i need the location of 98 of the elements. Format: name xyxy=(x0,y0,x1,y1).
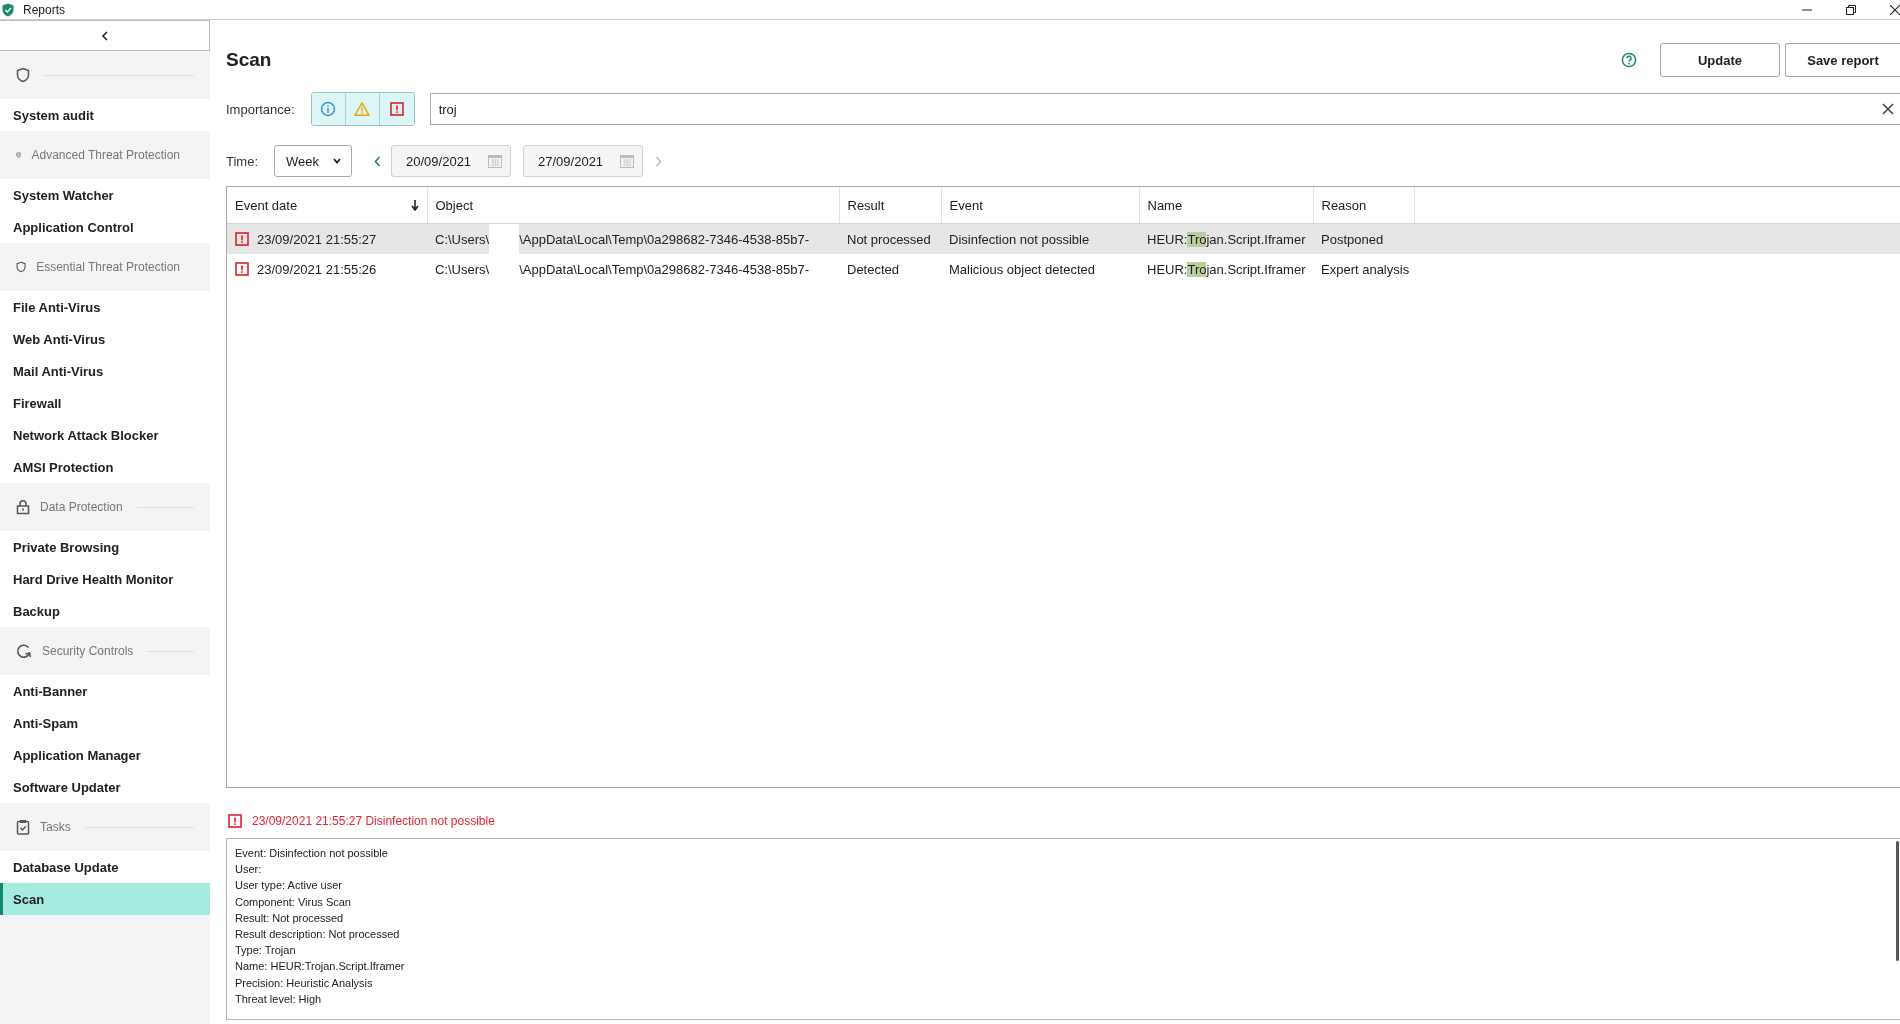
table-cell: HEUR:Trojan.Script.Iframer xyxy=(1139,223,1313,254)
table-cell: Disinfection not possible xyxy=(941,223,1139,254)
section-label: Security Controls xyxy=(42,644,134,658)
help-icon[interactable] xyxy=(1621,52,1637,68)
calendar-icon xyxy=(620,154,635,168)
sidebar-item[interactable]: System Watcher xyxy=(0,179,210,211)
critical-icon xyxy=(389,102,404,116)
importance-toggle[interactable] xyxy=(379,93,414,125)
time-label: Time: xyxy=(226,153,259,169)
section-label: Tasks xyxy=(40,820,71,834)
importance-toggle[interactable] xyxy=(345,93,380,125)
action-button[interactable]: Update xyxy=(1660,43,1780,77)
sidebar-item[interactable]: Application Control xyxy=(0,211,210,243)
next-button[interactable] xyxy=(655,155,663,167)
sidebar-item[interactable]: Web Anti-Virus xyxy=(0,323,210,355)
sidebar-item[interactable]: Network Attack Blocker xyxy=(0,419,210,451)
warning-icon xyxy=(354,101,371,117)
section-label: Data Protection xyxy=(40,500,123,514)
column-header[interactable]: Event date xyxy=(227,187,427,224)
importance-toggle[interactable] xyxy=(311,93,346,125)
close-icon xyxy=(1882,103,1894,115)
table-cell: Not processed xyxy=(839,223,941,254)
detail-line: Result: Not processed xyxy=(235,910,345,926)
detail-line: Precision: Heuristic Analysis xyxy=(235,975,374,991)
calendar-icon xyxy=(488,154,503,168)
restore-icon[interactable] xyxy=(1846,4,1856,15)
detail-line: Result description: Not processed xyxy=(235,927,401,942)
table-cell: C:\Users\ xyxy=(435,231,490,247)
detail-heading: 23/09/2021 21:55:27 Disinfection not possible xyxy=(252,814,495,828)
detail-line: Event: Disinfection not possible xyxy=(235,846,389,861)
detail-line: Component: Virus Scan xyxy=(235,894,352,910)
previous-button[interactable] xyxy=(374,155,382,167)
table-cell: \AppData\Local\Temp\0a298682-7346-4538-85b7- xyxy=(519,231,809,247)
sidebar-item[interactable]: File Anti-Virus xyxy=(0,291,210,323)
sidebar-item[interactable]: System audit xyxy=(0,99,210,131)
info-icon xyxy=(320,101,337,117)
sidebar-item[interactable]: Software Updater xyxy=(0,771,210,803)
table-cell: C:\Users\ xyxy=(435,261,490,277)
close-icon[interactable] xyxy=(1890,4,1900,15)
table-row[interactable]: 23/09/2021 21:55:26 C:\Users\ \AppData\Local\Temp\0a298682-7346-4538-85b7- Detected Malicious object detected HEUR:Trojan.Script.Iframer Expert analysis xyxy=(227,254,1900,284)
collapse-button[interactable] xyxy=(0,20,210,51)
column-label: Event date xyxy=(235,197,298,213)
critical-icon xyxy=(235,232,249,246)
column-header[interactable]: Event xyxy=(941,187,1139,224)
section-label: Essential Threat Protection xyxy=(36,260,180,274)
sidebar-item[interactable]: Firewall xyxy=(0,387,210,419)
sidebar-item[interactable]: Anti-Spam xyxy=(0,707,210,739)
table-row[interactable]: 23/09/2021 21:55:27 C:\Users\ \AppData\Local\Temp\0a298682-7346-4538-85b7- Not processed Disinfection not possible HEUR:Trojan.Script.Iframer Postponed xyxy=(227,223,1900,254)
detail-line: User: xyxy=(235,862,263,878)
sidebar-item[interactable]: Private Browsing xyxy=(0,531,210,563)
table-cell: HEUR:Trojan.Script.Iframer xyxy=(1139,254,1313,284)
lock-icon xyxy=(16,499,30,515)
search-field[interactable]: troj xyxy=(429,93,1900,125)
column-header[interactable]: Reason xyxy=(1313,187,1414,224)
table-cell: Malicious object detected xyxy=(941,254,1139,284)
action-button[interactable]: Save report xyxy=(1785,43,1900,77)
scrollbar-thumb[interactable] xyxy=(1896,841,1899,961)
column-header[interactable]: Name xyxy=(1139,187,1313,224)
table-cell: Postponed xyxy=(1313,223,1414,254)
shield-icon xyxy=(16,259,27,275)
period-dropdown[interactable]: Week xyxy=(274,145,353,177)
table-cell: \AppData\Local\Temp\0a298682-7346-4538-85b7- xyxy=(519,261,809,277)
table-cell: 23/09/2021 21:55:27 xyxy=(257,231,377,247)
clear-button[interactable] xyxy=(1882,103,1894,115)
critical-icon xyxy=(228,814,242,828)
section-label: Advanced Threat Protection xyxy=(31,148,180,162)
redaction-block xyxy=(489,224,520,254)
shield-icon xyxy=(16,67,30,83)
chevron-down-icon xyxy=(333,158,342,164)
detail-line: Name: HEUR:Trojan.Script.Iframer xyxy=(235,959,406,975)
sidebar-item[interactable]: Scan xyxy=(0,883,210,915)
column-header[interactable]: Result xyxy=(839,187,941,224)
chevron-left-icon xyxy=(374,155,382,167)
detail-line: Threat level: High xyxy=(235,991,323,1007)
table-cell: Expert analysis xyxy=(1313,254,1414,284)
detail-line: User type: Active user xyxy=(235,878,343,894)
sidebar-item[interactable]: Mail Anti-Virus xyxy=(0,355,210,387)
date-field[interactable]: 20/09/2021 xyxy=(391,145,512,177)
sidebar-item[interactable]: Hard Drive Health Monitor xyxy=(0,563,210,595)
sidebar-item[interactable]: Anti-Banner xyxy=(0,675,210,707)
detail-line: Type: Trojan xyxy=(235,943,297,959)
chevron-left-icon xyxy=(100,30,109,41)
sidebar-item[interactable]: AMSI Protection xyxy=(0,451,210,483)
column-header[interactable]: Object xyxy=(427,187,839,224)
sidebar-item[interactable]: Database Update xyxy=(0,851,210,883)
refresh-icon xyxy=(16,643,32,659)
clipboard-icon xyxy=(16,819,30,835)
sidebar-item[interactable]: Backup xyxy=(0,595,210,627)
table-cell: 23/09/2021 21:55:26 xyxy=(257,261,377,277)
sidebar-item[interactable]: Application Manager xyxy=(0,739,210,771)
sort-down-icon xyxy=(410,199,419,211)
importance-label: Importance: xyxy=(226,101,295,117)
date-field[interactable]: 27/09/2021 xyxy=(523,145,644,177)
critical-icon xyxy=(235,262,249,276)
chevron-right-icon xyxy=(655,155,663,167)
window-title: Reports xyxy=(23,2,67,17)
page-title: Scan xyxy=(226,49,273,71)
table-cell: Detected xyxy=(839,254,941,284)
